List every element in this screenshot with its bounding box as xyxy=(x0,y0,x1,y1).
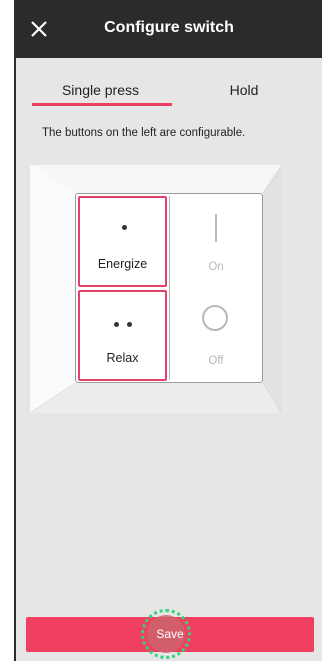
on-label: On xyxy=(208,261,224,273)
off-label: Off xyxy=(208,355,224,367)
save-label: Save xyxy=(156,627,184,641)
configurable-hint: The buttons on the left are configurable… xyxy=(42,127,246,139)
relax-button[interactable]: Relax xyxy=(78,290,167,381)
page-title: Configure switch xyxy=(104,19,234,36)
switch-plate: Energize Relax On Off xyxy=(30,165,282,413)
relax-label: Relax xyxy=(106,351,139,365)
energize-button[interactable]: Energize xyxy=(78,196,167,287)
close-button[interactable] xyxy=(26,16,52,42)
single-dot-icon xyxy=(122,225,127,230)
close-icon xyxy=(31,21,47,37)
on-button: On xyxy=(172,196,260,287)
tab-hold[interactable]: Hold xyxy=(196,76,292,108)
divider xyxy=(169,196,170,380)
app-screen: Configure switch Single press Hold The b… xyxy=(14,0,322,661)
switch-frame: Energize Relax On Off xyxy=(75,193,263,383)
active-tab-indicator xyxy=(32,103,172,106)
on-bar-icon xyxy=(215,214,217,242)
off-button: Off xyxy=(172,290,260,381)
app-bar: Configure switch xyxy=(16,0,322,58)
save-button[interactable]: Save xyxy=(26,609,314,659)
off-ring-icon xyxy=(202,305,228,331)
energize-label: Energize xyxy=(97,257,148,271)
double-dot-icon xyxy=(114,322,136,328)
